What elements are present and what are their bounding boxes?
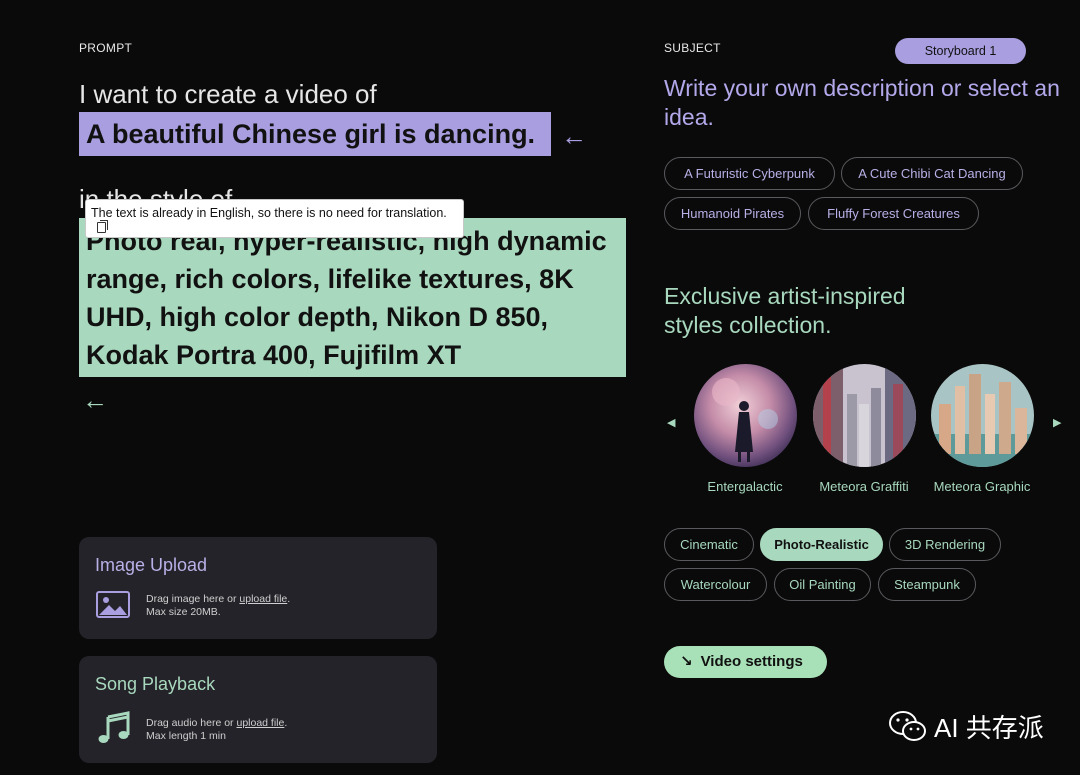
arrow-left-icon[interactable]: ←	[82, 387, 108, 413]
tooltip-text: The text is already in English, so there…	[91, 206, 447, 220]
image-upload-title: Image Upload	[95, 555, 208, 575]
music-note-icon	[98, 711, 130, 743]
image-upload-limit: Max size 20MB.	[146, 605, 221, 618]
artist-thumb-meteora-graffiti[interactable]	[813, 364, 916, 467]
upload-file-link[interactable]: upload file	[239, 593, 287, 605]
subject-label: SUBJECT	[664, 41, 721, 55]
arrow-down-right-icon: ↘	[680, 653, 693, 670]
idea-pill[interactable]: Fluffy Forest Creatures	[808, 197, 979, 230]
song-playback-hint: Drag audio here or upload file. Max leng…	[146, 717, 288, 742]
idea-pill[interactable]: Humanoid Pirates	[664, 197, 801, 230]
carousel-next-icon[interactable]: ▶	[1053, 416, 1061, 429]
storyboard-button[interactable]: Storyboard 1	[895, 38, 1026, 64]
artist-label: Meteora Graffiti	[819, 479, 909, 494]
video-settings-button[interactable]: ↘ Video settings	[664, 646, 827, 678]
wechat-icon	[889, 710, 926, 741]
artist-label: Entergalactic	[707, 479, 783, 494]
style-pill[interactable]: Steampunk	[878, 568, 976, 601]
video-settings-label: Video settings	[700, 653, 803, 670]
watermark: AI 共存派	[888, 708, 1044, 745]
song-length-limit: Max length 1 min	[146, 729, 226, 742]
artist-thumb-entergalactic[interactable]	[694, 364, 797, 467]
style-pill[interactable]: 3D Rendering	[889, 528, 1001, 561]
image-upload-hint: Drag image here or upload file. Max size…	[146, 593, 291, 618]
song-playback-title: Song Playback	[95, 674, 216, 694]
idea-pill[interactable]: A Futuristic Cyberpunk	[664, 157, 835, 190]
prompt-intro: I want to create a video of	[79, 79, 377, 109]
upload-file-link[interactable]: upload file	[236, 717, 284, 729]
style-pill[interactable]: Cinematic	[664, 528, 754, 561]
style-pill-active[interactable]: Photo-Realistic	[760, 528, 883, 561]
artist-styles-heading: Exclusive artist-inspired styles collect…	[664, 283, 906, 338]
image-upload-card[interactable]: Image Upload Drag image here or upload f…	[79, 537, 437, 639]
arrow-left-icon[interactable]: ←	[561, 123, 587, 149]
image-icon	[96, 591, 130, 618]
carousel-prev-icon[interactable]: ◀	[667, 416, 675, 429]
artist-label: Meteora Graphic	[933, 479, 1031, 494]
style-pill[interactable]: Oil Painting	[774, 568, 871, 601]
translation-tooltip: The text is already in English, so there…	[85, 199, 464, 238]
style-pill[interactable]: Watercolour	[664, 568, 767, 601]
subject-heading: Write your own description or select an …	[664, 75, 1060, 130]
prompt-label: PROMPT	[79, 41, 133, 55]
idea-pill[interactable]: A Cute Chibi Cat Dancing	[841, 157, 1023, 190]
prompt-style-text[interactable]: Photo real, hyper-realistic, high dynami…	[79, 218, 626, 377]
watermark-text: AI 共存派	[934, 713, 1044, 743]
prompt-subject[interactable]: A beautiful Chinese girl is dancing.	[79, 112, 551, 156]
copy-icon[interactable]	[97, 220, 108, 233]
artist-thumb-meteora-graphic[interactable]	[931, 364, 1034, 467]
song-playback-card[interactable]: Song Playback Drag audio here or upload …	[79, 656, 437, 763]
